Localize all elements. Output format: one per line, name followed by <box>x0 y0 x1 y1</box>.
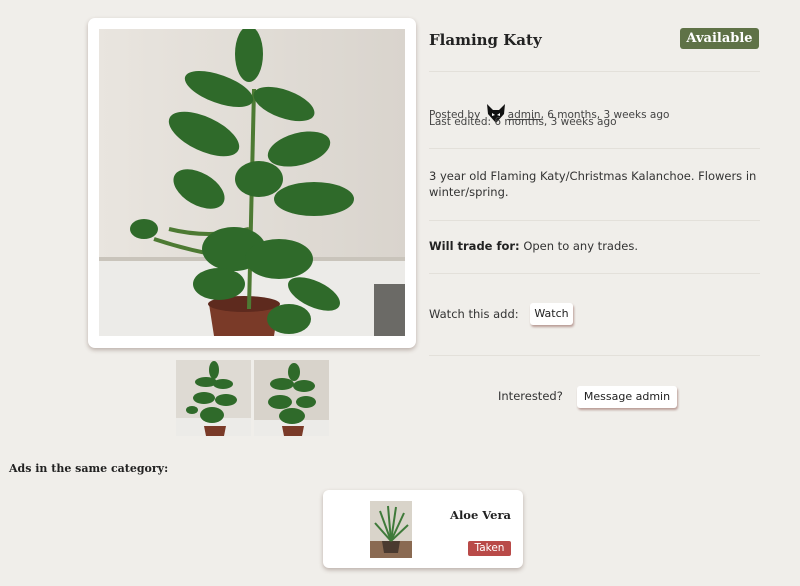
watch-button[interactable]: Watch <box>530 303 573 325</box>
divider <box>429 148 760 149</box>
related-ad-thumbnail <box>370 501 412 558</box>
message-admin-button[interactable]: Message admin <box>577 386 677 408</box>
divider <box>429 355 760 356</box>
thumbnail-2[interactable] <box>254 360 329 436</box>
related-ad-status-badge: Taken <box>468 541 511 556</box>
main-photo-card[interactable] <box>88 18 416 348</box>
status-badge: Available <box>680 28 759 49</box>
divider <box>429 220 760 221</box>
related-heading: Ads in the same category: <box>9 462 169 475</box>
related-ad-title: Aloe Vera <box>450 508 511 522</box>
trade-value: Open to any trades. <box>523 239 638 253</box>
thumbnail-1[interactable] <box>176 360 251 436</box>
related-ad-card[interactable]: Aloe Vera Taken <box>323 490 523 568</box>
listing-title: Flaming Katy <box>429 31 542 49</box>
interested-label: Interested? <box>498 389 563 403</box>
last-edited: Last edited: 6 months, 3 weeks ago <box>429 116 617 128</box>
watch-label: Watch this add: <box>429 307 519 321</box>
trade-label: Will trade for: <box>429 239 520 253</box>
listing-description: 3 year old Flaming Katy/Christmas Kalanc… <box>429 169 757 199</box>
trade-line: Will trade for: Open to any trades. <box>429 239 638 253</box>
divider <box>429 273 760 274</box>
plant-photo <box>99 29 405 336</box>
divider <box>429 71 760 72</box>
